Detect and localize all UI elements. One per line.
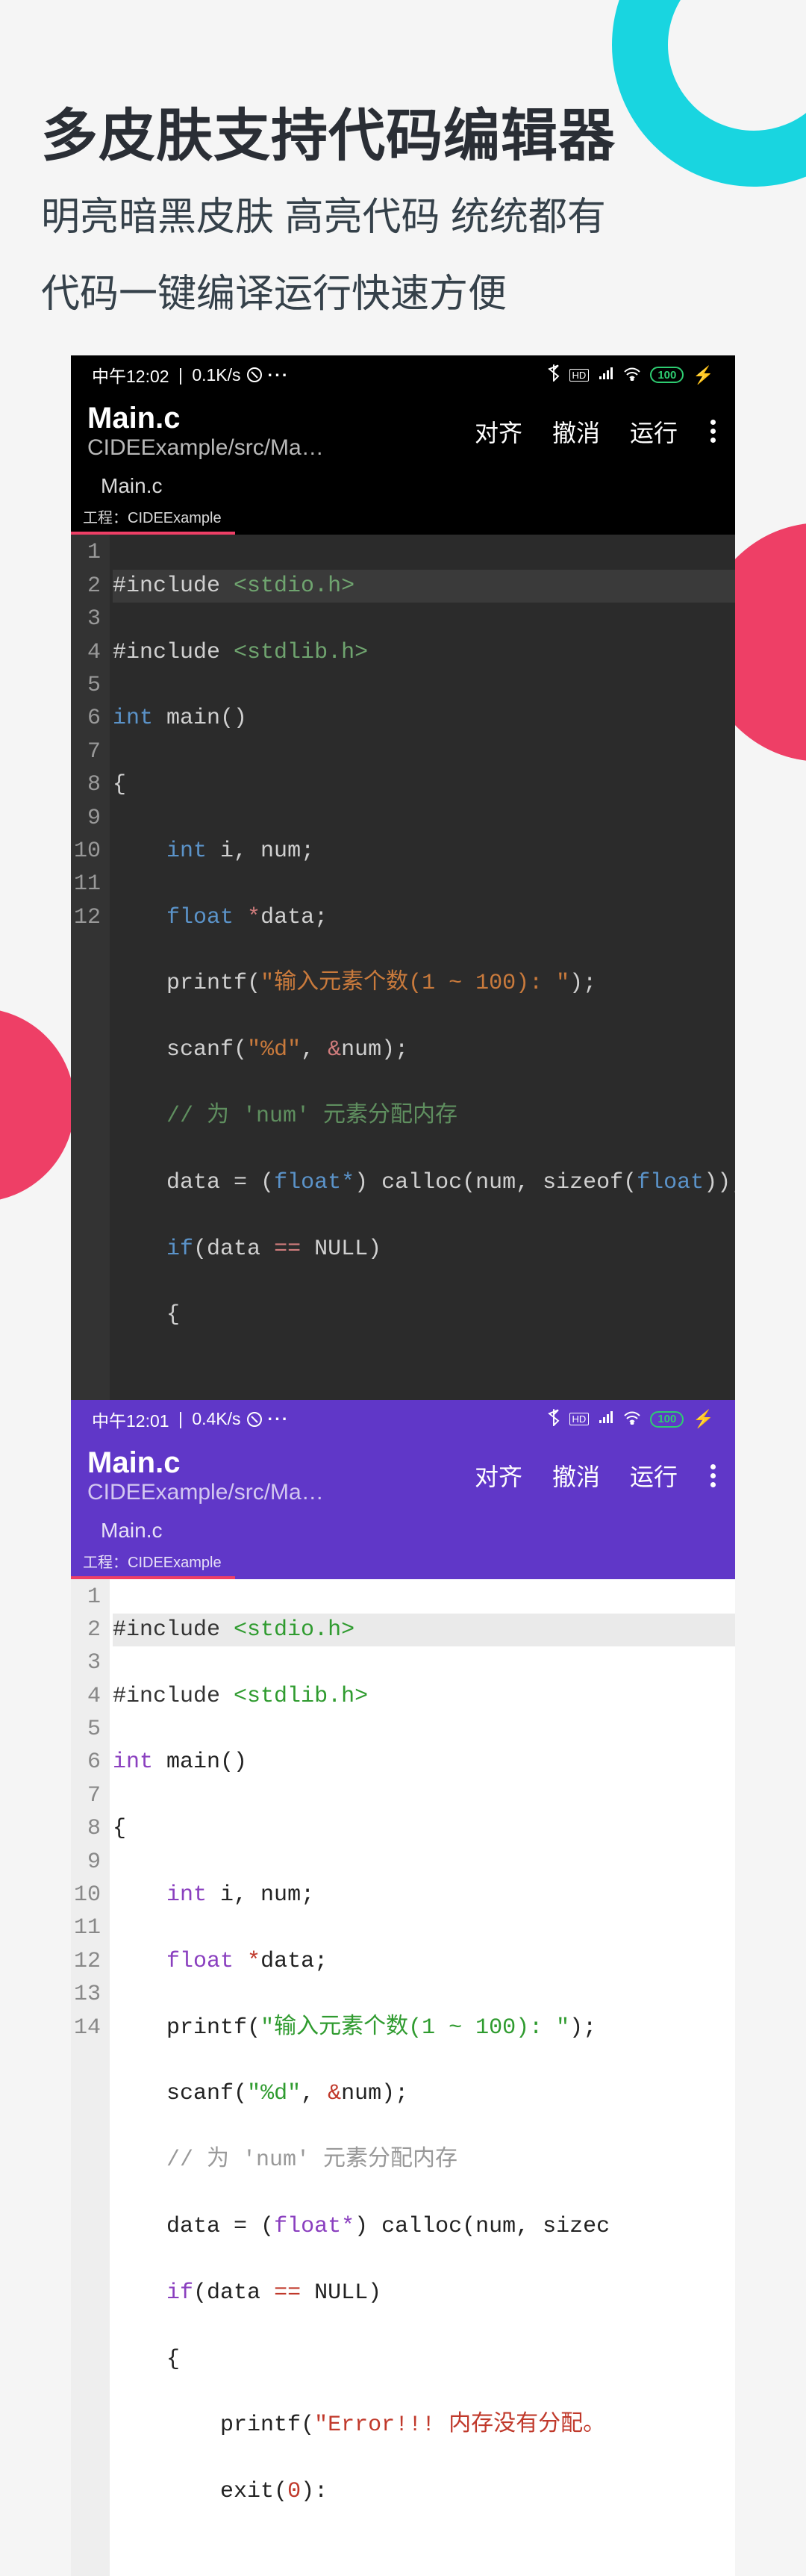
tab-row: Main.c <box>71 467 735 503</box>
wifi-icon <box>623 1409 641 1429</box>
code-area[interactable]: #include <stdio.h> #include <stdlib.h> i… <box>110 535 735 1399</box>
status-time: 中午12:02 <box>92 362 169 388</box>
status-sep: | <box>174 1409 188 1429</box>
status-netspeed: 0.4K/s <box>192 1409 240 1429</box>
project-label[interactable]: 工程：CIDEExample <box>71 503 235 535</box>
tab-row: Main.c <box>71 1511 735 1547</box>
page-subtitle-2: 代码一键编译运行快速方便 <box>41 264 765 326</box>
project-name: CIDEExample <box>128 1555 222 1571</box>
code-area[interactable]: #include <stdio.h> #include <stdlib.h> i… <box>110 1579 735 2576</box>
bluetooth-icon <box>547 1408 560 1431</box>
hd-icon: HD <box>569 1413 590 1425</box>
project-label[interactable]: 工程：CIDEExample <box>71 1547 235 1579</box>
status-bar: 中午12:01 | 0.4K/s ··· HD 100 <box>71 1400 735 1439</box>
align-button[interactable]: 对齐 <box>475 414 522 449</box>
file-title: Main.c <box>87 1446 475 1480</box>
status-more-icon: ··· <box>268 365 290 385</box>
no-rotate-icon <box>246 366 263 384</box>
wifi-icon <box>623 365 641 385</box>
decor-circle-left <box>0 1008 75 1202</box>
code-editor[interactable]: 123456789101112 #include <stdio.h> #incl… <box>71 535 735 1399</box>
signal-icon <box>598 365 614 385</box>
status-more-icon: ··· <box>268 1409 290 1429</box>
charging-icon: ⚡ <box>693 1409 714 1429</box>
charging-icon: ⚡ <box>693 365 714 385</box>
overflow-menu-icon[interactable] <box>707 1461 719 1490</box>
screenshot-light: 中午12:01 | 0.4K/s ··· HD 100 <box>71 1400 735 2576</box>
align-button[interactable]: 对齐 <box>475 1458 522 1493</box>
screenshot-dark: 中午12:02 | 0.1K/s ··· HD 100 <box>71 355 735 1399</box>
heading-block: 多皮肤支持代码编辑器 明亮暗黑皮肤 高亮代码 统统都有 代码一键编译运行快速方便 <box>0 0 806 326</box>
project-name: CIDEExample <box>128 510 222 526</box>
project-label-text: 工程： <box>83 510 128 526</box>
tab-mainc[interactable]: Main.c <box>101 1519 162 1547</box>
app-bar: Main.c CIDEExample/src/Mai… 对齐 撤消 运行 <box>71 394 735 467</box>
code-editor[interactable]: 1234567891011121314 #include <stdio.h> #… <box>71 1579 735 2576</box>
battery-icon: 100 <box>650 1411 684 1428</box>
page-title: 多皮肤支持代码编辑器 <box>41 90 765 172</box>
line-gutter: 123456789101112 <box>71 535 110 1399</box>
status-sep: | <box>174 365 188 385</box>
undo-button[interactable]: 撤消 <box>552 1458 600 1493</box>
undo-button[interactable]: 撤消 <box>552 414 600 449</box>
battery-icon: 100 <box>650 367 684 383</box>
run-button[interactable]: 运行 <box>630 1458 678 1493</box>
bluetooth-icon <box>547 364 560 386</box>
signal-icon <box>598 1409 614 1429</box>
line-gutter: 1234567891011121314 <box>71 1579 110 2576</box>
status-time: 中午12:01 <box>92 1407 169 1432</box>
run-button[interactable]: 运行 <box>630 414 678 449</box>
hd-icon: HD <box>569 369 590 382</box>
file-path: CIDEExample/src/Mai… <box>87 1480 326 1505</box>
status-bar: 中午12:02 | 0.1K/s ··· HD 100 <box>71 355 735 394</box>
file-path: CIDEExample/src/Mai… <box>87 435 326 461</box>
no-rotate-icon <box>246 1410 263 1428</box>
project-label-text: 工程： <box>83 1555 128 1571</box>
tab-mainc[interactable]: Main.c <box>101 474 162 503</box>
page-subtitle-1: 明亮暗黑皮肤 高亮代码 统统都有 <box>41 187 765 249</box>
status-netspeed: 0.1K/s <box>192 365 240 385</box>
file-title: Main.c <box>87 402 475 435</box>
overflow-menu-icon[interactable] <box>707 417 719 446</box>
app-bar: Main.c CIDEExample/src/Mai… 对齐 撤消 运行 <box>71 1439 735 1511</box>
